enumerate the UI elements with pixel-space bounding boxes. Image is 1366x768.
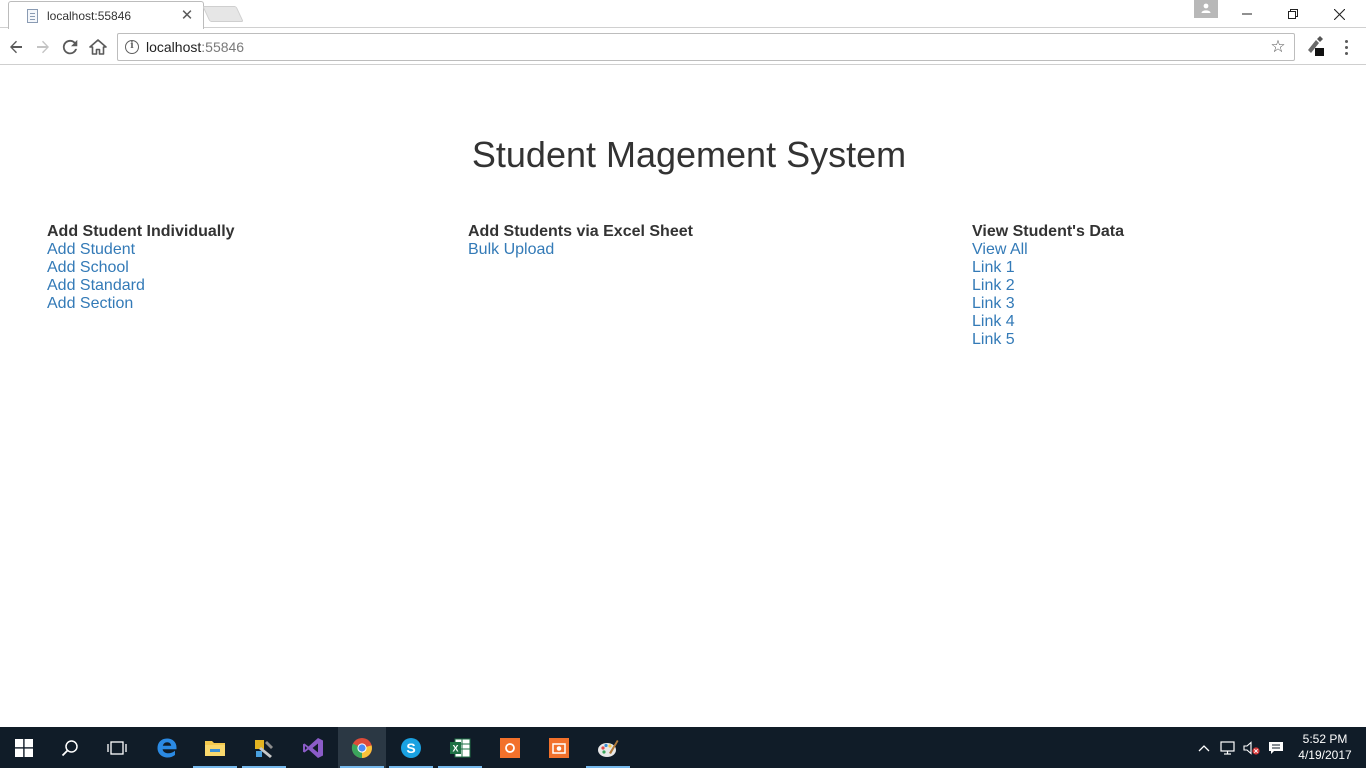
url-port: :55846: [201, 39, 245, 55]
file-explorer-app[interactable]: [191, 727, 239, 768]
folder-icon: [205, 740, 225, 756]
bookmark-star-icon[interactable]: ☆: [1268, 37, 1288, 57]
back-arrow-icon: [10, 40, 22, 54]
section-heading: Add Students via Excel Sheet: [468, 223, 693, 240]
excel-app[interactable]: X: [436, 727, 484, 768]
search-icon: [61, 739, 78, 756]
page-title: Student Magement System: [471, 134, 907, 175]
link-3[interactable]: Link 3: [972, 295, 1124, 313]
close-window-button[interactable]: [1316, 0, 1362, 28]
restore-button[interactable]: [1270, 0, 1316, 28]
add-standard-link[interactable]: Add Standard: [47, 277, 235, 295]
orange-app-icon: [500, 737, 520, 758]
section-heading: Add Student Individually: [47, 223, 235, 240]
tab-title: localhost:55846: [47, 9, 132, 23]
extension-icon[interactable]: [1304, 35, 1328, 59]
add-school-link[interactable]: Add School: [47, 259, 235, 277]
start-button[interactable]: [0, 727, 48, 768]
browser-tab-strip: localhost:55846 ✕: [0, 0, 1366, 29]
network-tray-icon[interactable]: [1218, 727, 1238, 768]
address-bar[interactable]: i localhost:55846 ☆: [117, 33, 1295, 61]
chevron-up-icon: [1198, 744, 1210, 751]
tools-app[interactable]: [240, 727, 288, 768]
excel-upload-section: Add Students via Excel Sheet Bulk Upload: [468, 223, 693, 259]
svg-text:S: S: [406, 740, 415, 756]
chrome-app[interactable]: [338, 727, 386, 768]
page-viewport: Student Magement System Add Student Indi…: [0, 66, 1366, 727]
excel-icon: X: [450, 738, 471, 757]
add-section-link[interactable]: Add Section: [47, 295, 235, 313]
task-view-icon: [107, 740, 127, 755]
back-button[interactable]: [4, 35, 28, 59]
reload-button[interactable]: [58, 35, 82, 59]
windows-taskbar: S X 5:52 PM 4/19/2017: [0, 727, 1366, 768]
view-data-section: View Student's Data View All Link 1 Link…: [972, 223, 1124, 349]
site-info-icon[interactable]: i: [125, 40, 139, 54]
taskbar-clock[interactable]: 5:52 PM 4/19/2017: [1290, 731, 1360, 763]
page-favicon-icon: [25, 8, 39, 24]
svg-text:X: X: [452, 743, 458, 753]
forward-button[interactable]: [31, 35, 55, 59]
link-5[interactable]: Link 5: [972, 331, 1124, 349]
orange-app-1[interactable]: [486, 727, 534, 768]
view-all-link[interactable]: View All: [972, 241, 1124, 259]
network-icon: [1220, 740, 1235, 755]
skype-icon: S: [401, 737, 421, 758]
link-4[interactable]: Link 4: [972, 313, 1124, 331]
skype-app[interactable]: S: [387, 727, 435, 768]
clock-date: 4/19/2017: [1298, 748, 1352, 762]
bulk-upload-link[interactable]: Bulk Upload: [468, 241, 693, 259]
new-tab-button[interactable]: [202, 6, 244, 22]
address-url[interactable]: localhost:55846: [146, 39, 244, 55]
action-center-tray-icon[interactable]: [1266, 727, 1286, 768]
edge-icon: [157, 738, 177, 757]
link-2[interactable]: Link 2: [972, 277, 1124, 295]
visual-studio-app[interactable]: [289, 727, 337, 768]
windows-logo-icon: [15, 738, 33, 757]
add-student-link[interactable]: Add Student: [47, 241, 235, 259]
link-1[interactable]: Link 1: [972, 259, 1124, 277]
notification-icon: [1269, 741, 1283, 754]
reload-icon: [62, 39, 78, 55]
section-heading: View Student's Data: [972, 223, 1124, 240]
url-host: localhost: [146, 39, 202, 55]
minimize-button[interactable]: [1224, 0, 1270, 28]
task-view-button[interactable]: [93, 727, 141, 768]
edge-app[interactable]: [143, 727, 191, 768]
browser-toolbar: i localhost:55846 ☆: [0, 29, 1366, 65]
visual-studio-icon: [303, 737, 323, 758]
home-icon: [89, 39, 107, 55]
browser-tab[interactable]: localhost:55846 ✕: [8, 1, 204, 29]
search-button[interactable]: [46, 727, 94, 768]
clock-time: 5:52 PM: [1302, 732, 1348, 746]
add-individually-section: Add Student Individually Add Student Add…: [47, 223, 235, 313]
paint-icon: [598, 739, 619, 757]
tools-icon: [255, 739, 273, 758]
forward-arrow-icon: [37, 40, 49, 54]
home-button[interactable]: [86, 35, 110, 59]
show-hidden-icons-button[interactable]: [1196, 727, 1212, 768]
camera-app-icon: [549, 737, 569, 758]
paint-app[interactable]: [584, 727, 632, 768]
browser-menu-icon[interactable]: [1336, 35, 1356, 59]
volume-muted-icon: [1243, 740, 1260, 755]
orange-app-2[interactable]: [535, 727, 583, 768]
tab-close-icon[interactable]: ✕: [179, 8, 195, 24]
volume-tray-icon[interactable]: [1242, 727, 1262, 768]
chrome-icon: [351, 737, 372, 758]
profile-icon[interactable]: [1194, 0, 1218, 18]
